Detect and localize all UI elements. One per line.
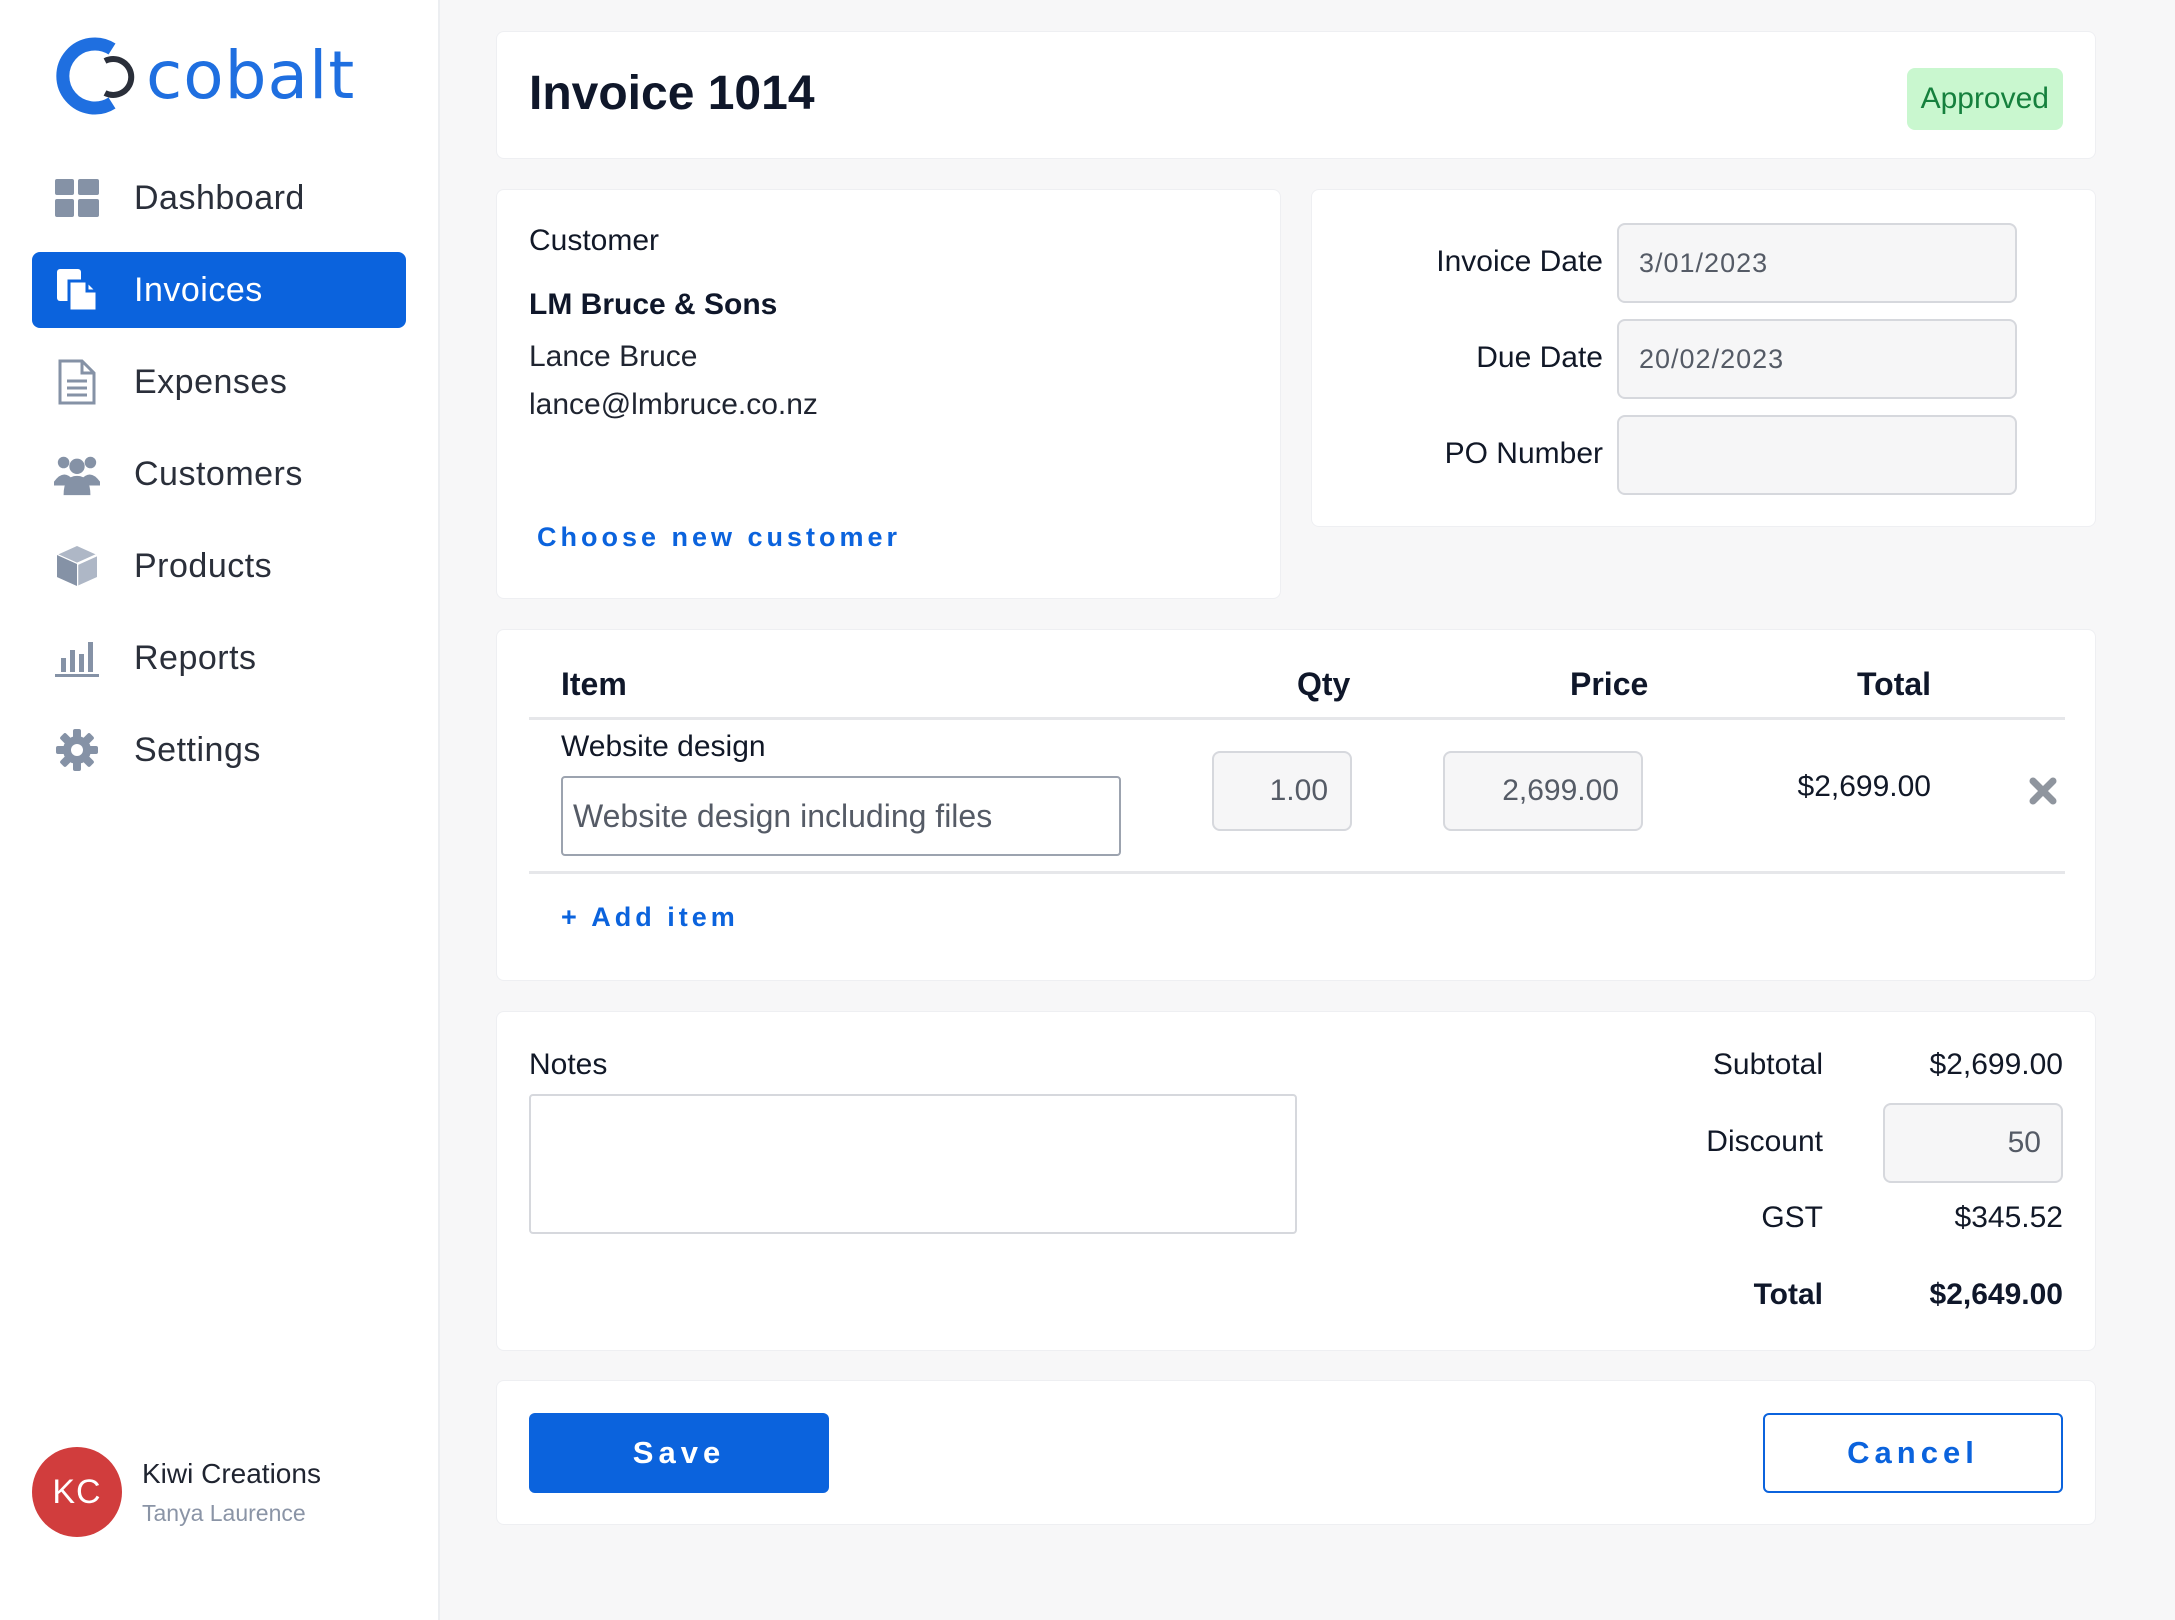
customer-contact: Lance Bruce — [529, 340, 698, 373]
user-organization: Kiwi Creations — [142, 1457, 321, 1489]
subtotal-value: $2,699.00 — [1929, 1048, 2063, 1081]
sidebar-item-invoices[interactable]: Invoices — [32, 252, 406, 328]
sidebar-item-expenses[interactable]: Expenses — [32, 344, 406, 420]
add-item-button[interactable]: + Add item — [561, 902, 739, 933]
cobalt-logo-icon — [56, 37, 135, 115]
status-badge: Approved — [1906, 68, 2063, 130]
invoice-header: Invoice 1014 Approved — [496, 31, 2096, 159]
column-header-total: Total — [1857, 666, 1932, 702]
cancel-button[interactable]: Cancel — [1763, 1413, 2063, 1493]
header-divider — [529, 717, 2065, 720]
sidebar-item-settings[interactable]: Settings — [32, 712, 406, 788]
box-icon — [54, 543, 100, 589]
gear-icon — [54, 727, 100, 773]
invoice-date-row: Invoice Date — [1312, 223, 2095, 303]
summary-card: Notes Subtotal $2,699.00 Discount GST $3… — [496, 1011, 2096, 1351]
save-button[interactable]: Save — [529, 1413, 829, 1493]
sidebar-item-label: Reports — [134, 638, 257, 677]
invoice-date-label: Invoice Date — [1436, 245, 1603, 278]
notes-label: Notes — [529, 1048, 608, 1081]
user-name: Tanya Laurence — [142, 1499, 306, 1526]
user-profile[interactable]: KC Kiwi Creations Tanya Laurence — [32, 1447, 321, 1537]
bar-chart-icon — [54, 635, 100, 681]
due-date-row: Due Date — [1312, 319, 2095, 399]
customer-section-label: Customer — [529, 224, 660, 257]
brand-name: cobalt — [146, 37, 356, 114]
gst-label: GST — [1761, 1201, 1823, 1234]
item-total: $2,699.00 — [1797, 770, 1931, 803]
row-divider — [529, 871, 2065, 874]
sidebar-item-label: Products — [134, 546, 273, 585]
discount-field[interactable] — [1883, 1103, 2063, 1183]
po-number-label: PO Number — [1444, 437, 1603, 470]
sidebar-item-dashboard[interactable]: Dashboard — [32, 160, 406, 236]
sidebar-item-products[interactable]: Products — [32, 528, 406, 604]
total-label: Total — [1753, 1278, 1823, 1311]
page-title: Invoice 1014 — [529, 67, 815, 120]
item-name: Website design — [561, 730, 766, 763]
sidebar-item-label: Invoices — [134, 270, 263, 309]
due-date-label: Due Date — [1476, 341, 1603, 374]
user-info: Kiwi Creations Tanya Laurence — [142, 1458, 321, 1527]
customer-card: Customer LM Bruce & Sons Lance Bruce lan… — [496, 189, 1281, 599]
remove-item-icon[interactable] — [2023, 771, 2063, 811]
users-icon — [54, 451, 100, 497]
invoice-date-field[interactable] — [1617, 223, 2017, 303]
column-header-item: Item — [561, 666, 627, 702]
column-header-price: Price — [1570, 666, 1649, 702]
invoice-icon — [54, 267, 100, 313]
subtotal-label: Subtotal — [1712, 1048, 1823, 1081]
invoice-details-card: Invoice Date Due Date PO Number — [1311, 189, 2096, 527]
sidebar-item-label: Dashboard — [134, 178, 305, 217]
dashboard-icon — [54, 175, 100, 221]
customer-company: LM Bruce & Sons — [529, 288, 778, 321]
item-price-field[interactable] — [1443, 751, 1643, 831]
sidebar-item-reports[interactable]: Reports — [32, 620, 406, 696]
total-value: $2,649.00 — [1929, 1278, 2063, 1311]
sidebar-item-label: Expenses — [134, 362, 288, 401]
notes-field[interactable] — [529, 1094, 1297, 1234]
item-description-field[interactable] — [561, 776, 1121, 856]
due-date-field[interactable] — [1617, 319, 2017, 399]
po-number-field[interactable] — [1617, 415, 2017, 495]
choose-new-customer-link[interactable]: Choose new customer — [537, 522, 901, 553]
sidebar-item-customers[interactable]: Customers — [32, 436, 406, 512]
item-qty-field[interactable] — [1212, 751, 1352, 831]
gst-value: $345.52 — [1954, 1201, 2063, 1234]
document-icon — [54, 359, 100, 405]
actions-card: Save Cancel — [496, 1380, 2096, 1525]
sidebar-nav: Dashboard Invoices Expenses Customers Pr… — [32, 160, 406, 804]
column-header-qty: Qty — [1297, 666, 1351, 702]
discount-label: Discount — [1706, 1125, 1823, 1158]
customer-email: lance@lmbruce.co.nz — [529, 388, 818, 421]
po-number-row: PO Number — [1312, 415, 2095, 495]
sidebar: cobalt Dashboard Invoices Expenses Custo… — [0, 0, 440, 1620]
line-items-card: Item Qty Price Total Website design $2,6… — [496, 629, 2096, 981]
sidebar-item-label: Customers — [134, 454, 303, 493]
cobalt-logo[interactable]: cobalt — [50, 28, 355, 124]
sidebar-item-label: Settings — [134, 730, 261, 769]
avatar: KC — [32, 1447, 122, 1537]
